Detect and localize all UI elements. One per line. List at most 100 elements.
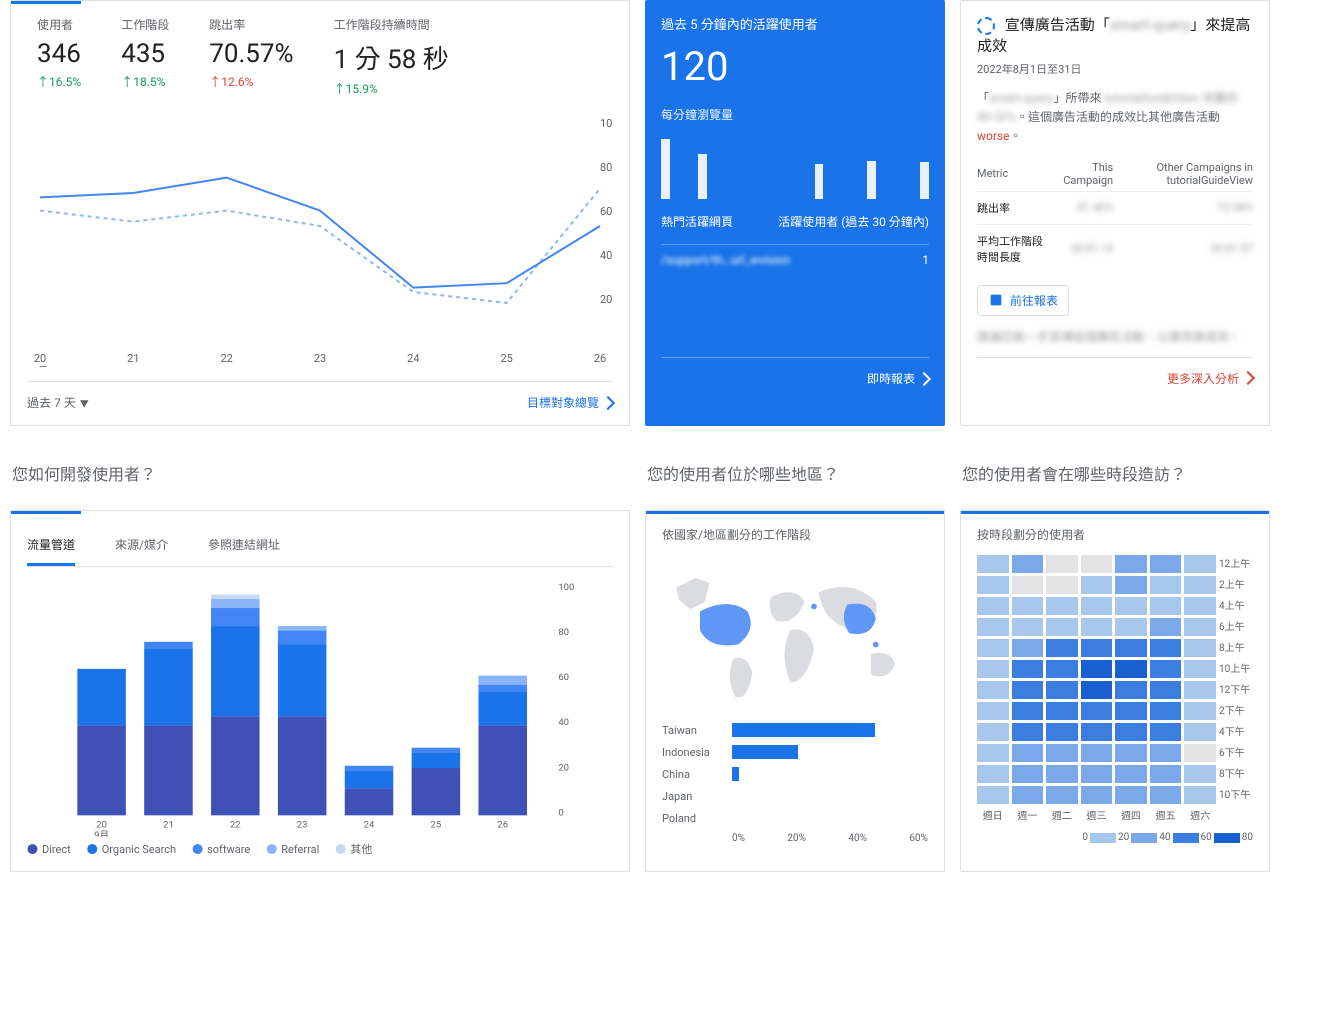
heatmap-cell[interactable]	[1150, 618, 1182, 636]
country-row[interactable]: Poland	[662, 807, 928, 829]
heatmap-cell[interactable]	[1046, 597, 1078, 615]
heatmap-cell[interactable]	[1081, 597, 1113, 615]
heatmap-cell[interactable]	[977, 723, 1009, 741]
metric-block[interactable]: 使用者 346 16.5%	[37, 16, 81, 97]
heatmap-cell[interactable]	[1012, 618, 1044, 636]
heatmap-cell[interactable]	[1081, 681, 1113, 699]
date-range-dropdown[interactable]: 過去 7 天	[27, 394, 89, 411]
heatmap-cell[interactable]	[1012, 744, 1044, 762]
realtime-report-link[interactable]: 即時報表	[867, 370, 929, 387]
heatmap-cell[interactable]	[1150, 765, 1182, 783]
heatmap-cell[interactable]	[977, 576, 1009, 594]
heatmap-cell[interactable]	[1150, 660, 1182, 678]
heatmap-cell[interactable]	[1184, 765, 1216, 783]
heatmap-cell[interactable]	[1115, 555, 1147, 573]
heatmap-cell[interactable]	[1150, 723, 1182, 741]
heatmap-cell[interactable]	[1150, 576, 1182, 594]
heatmap-cell[interactable]	[977, 639, 1009, 657]
heatmap-cell[interactable]	[1012, 660, 1044, 678]
heatmap-cell[interactable]	[1081, 765, 1113, 783]
heatmap-cell[interactable]	[1081, 744, 1113, 762]
heatmap-cell[interactable]	[1081, 702, 1113, 720]
heatmap-cell[interactable]	[1046, 555, 1078, 573]
heatmap-cell[interactable]	[1046, 576, 1078, 594]
heatmap-cell[interactable]	[977, 681, 1009, 699]
heatmap-cell[interactable]	[1115, 618, 1147, 636]
heatmap-cell[interactable]	[1184, 723, 1216, 741]
legend-item[interactable]: software	[192, 841, 250, 857]
heatmap-cell[interactable]	[977, 660, 1009, 678]
heatmap-cell[interactable]	[1012, 555, 1044, 573]
heatmap-cell[interactable]	[1115, 723, 1147, 741]
legend-item[interactable]: 其他	[335, 841, 372, 857]
heatmap-cell[interactable]	[977, 786, 1009, 804]
acq-tab[interactable]: 流量管道	[27, 526, 75, 566]
heatmap-cell[interactable]	[1184, 744, 1216, 762]
heatmap-cell[interactable]	[1012, 702, 1044, 720]
heatmap-cell[interactable]	[1046, 723, 1078, 741]
heatmap-cell[interactable]	[1081, 576, 1113, 594]
metric-block[interactable]: 跳出率 70.57% 12.6%	[209, 16, 293, 97]
country-row[interactable]: China	[662, 763, 928, 785]
heatmap-cell[interactable]	[1184, 597, 1216, 615]
heatmap-cell[interactable]	[1150, 786, 1182, 804]
heatmap-cell[interactable]	[1012, 639, 1044, 657]
heatmap-cell[interactable]	[1184, 555, 1216, 573]
heatmap-cell[interactable]	[1115, 786, 1147, 804]
heatmap-cell[interactable]	[1046, 639, 1078, 657]
heatmap-cell[interactable]	[1115, 597, 1147, 615]
heatmap-cell[interactable]	[977, 765, 1009, 783]
heatmap-cell[interactable]	[1150, 555, 1182, 573]
heatmap-cell[interactable]	[1115, 702, 1147, 720]
legend-item[interactable]: Referral	[266, 841, 319, 857]
heatmap-cell[interactable]	[1012, 786, 1044, 804]
heatmap-cell[interactable]	[1184, 576, 1216, 594]
audience-overview-link[interactable]: 目標對象總覽	[527, 394, 613, 411]
go-to-report-button[interactable]: 前往報表	[977, 285, 1069, 316]
heatmap-cell[interactable]	[1046, 618, 1078, 636]
heatmap-cell[interactable]	[1184, 681, 1216, 699]
heatmap-cell[interactable]	[1081, 660, 1113, 678]
heatmap-cell[interactable]	[977, 618, 1009, 636]
heatmap-cell[interactable]	[1184, 639, 1216, 657]
heatmap-cell[interactable]	[1012, 723, 1044, 741]
acq-tab[interactable]: 參照連結網址	[208, 526, 280, 566]
metric-block[interactable]: 工作階段持續時間 1 分 58 秒 15.9%	[334, 16, 449, 97]
heatmap-cell[interactable]	[1150, 639, 1182, 657]
country-row[interactable]: Indonesia	[662, 741, 928, 763]
heatmap-cell[interactable]	[1012, 597, 1044, 615]
heatmap-cell[interactable]	[1046, 702, 1078, 720]
heatmap-cell[interactable]	[977, 555, 1009, 573]
heatmap-cell[interactable]	[1184, 786, 1216, 804]
heatmap-cell[interactable]	[1081, 618, 1113, 636]
heatmap-cell[interactable]	[1115, 681, 1147, 699]
heatmap-cell[interactable]	[1081, 555, 1113, 573]
legend-item[interactable]: Organic Search	[87, 841, 176, 857]
acq-tab[interactable]: 來源/媒介	[115, 526, 168, 566]
country-row[interactable]: Japan	[662, 785, 928, 807]
heatmap-cell[interactable]	[1081, 786, 1113, 804]
heatmap-cell[interactable]	[977, 744, 1009, 762]
heatmap-cell[interactable]	[1046, 681, 1078, 699]
heatmap-cell[interactable]	[1046, 660, 1078, 678]
heatmap-cell[interactable]	[1184, 702, 1216, 720]
worse-link[interactable]: worse	[977, 129, 1009, 143]
heatmap-cell[interactable]	[1046, 765, 1078, 783]
heatmap-cell[interactable]	[1012, 681, 1044, 699]
more-insights-link[interactable]: 更多深入分析	[1167, 370, 1253, 387]
heatmap-cell[interactable]	[1150, 744, 1182, 762]
heatmap-cell[interactable]	[1046, 744, 1078, 762]
heatmap-cell[interactable]	[1115, 744, 1147, 762]
heatmap-cell[interactable]	[1115, 639, 1147, 657]
legend-item[interactable]: Direct	[27, 841, 71, 857]
heatmap-cell[interactable]	[1012, 576, 1044, 594]
heatmap-cell[interactable]	[977, 702, 1009, 720]
heatmap-cell[interactable]	[977, 597, 1009, 615]
heatmap-cell[interactable]	[1081, 723, 1113, 741]
heatmap-cell[interactable]	[1046, 786, 1078, 804]
heatmap-cell[interactable]	[1184, 660, 1216, 678]
heatmap-cell[interactable]	[1115, 660, 1147, 678]
heatmap-cell[interactable]	[1150, 597, 1182, 615]
heatmap-cell[interactable]	[1081, 639, 1113, 657]
country-row[interactable]: Taiwan	[662, 719, 928, 741]
